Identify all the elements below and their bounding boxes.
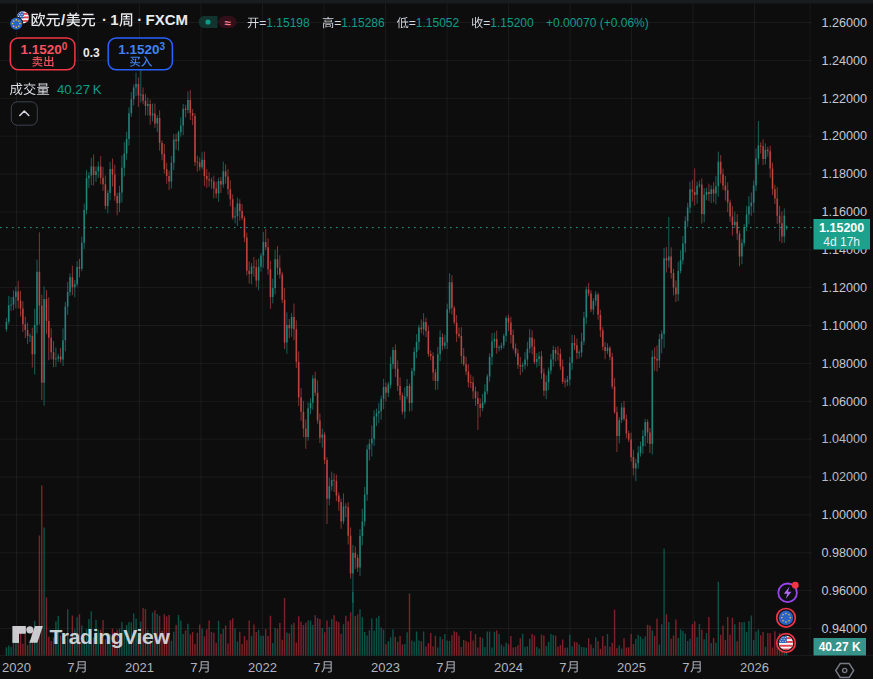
svg-text:·: · xyxy=(137,11,142,28)
svg-text:2023: 2023 xyxy=(371,660,400,675)
svg-text:7: 7 xyxy=(559,660,566,675)
svg-text:7: 7 xyxy=(190,660,197,675)
svg-text:0.96000: 0.96000 xyxy=(822,584,868,598)
svg-text:1.02000: 1.02000 xyxy=(822,470,868,484)
svg-text:40.27 K: 40.27 K xyxy=(819,640,861,654)
svg-text:1.10000: 1.10000 xyxy=(822,319,868,333)
svg-text:7: 7 xyxy=(436,660,443,675)
svg-text:FXCM: FXCM xyxy=(146,11,189,28)
svg-text:1.15203: 1.15203 xyxy=(118,41,165,57)
svg-text:1.24000: 1.24000 xyxy=(822,54,868,68)
svg-text:2020: 2020 xyxy=(2,660,31,675)
svg-text:·: · xyxy=(102,11,107,28)
svg-text:4d 17h: 4d 17h xyxy=(823,235,860,249)
svg-text:7: 7 xyxy=(67,660,74,675)
svg-text:0.94000: 0.94000 xyxy=(822,622,868,636)
svg-text:2026: 2026 xyxy=(740,660,769,675)
svg-text:1: 1 xyxy=(110,11,118,28)
svg-text:2021: 2021 xyxy=(125,660,154,675)
svg-text:2024: 2024 xyxy=(494,660,523,675)
svg-text:=1.15286: =1.15286 xyxy=(334,16,385,30)
svg-text:1.00000: 1.00000 xyxy=(822,508,868,522)
svg-text:7: 7 xyxy=(682,660,689,675)
svg-text:=1.15200: =1.15200 xyxy=(483,16,534,30)
svg-text:1.08000: 1.08000 xyxy=(822,357,868,371)
svg-text:1.22000: 1.22000 xyxy=(822,92,868,106)
svg-text:1.26000: 1.26000 xyxy=(822,16,868,30)
svg-text:TradingView: TradingView xyxy=(50,625,171,648)
svg-text:1.20000: 1.20000 xyxy=(822,129,868,143)
svg-text:1.18000: 1.18000 xyxy=(822,167,868,181)
svg-text:1.15200: 1.15200 xyxy=(819,221,864,235)
svg-text:≈: ≈ xyxy=(224,17,231,29)
svg-text:7: 7 xyxy=(313,660,320,675)
svg-text:40.27 K: 40.27 K xyxy=(57,82,102,97)
svg-text:1.15200: 1.15200 xyxy=(20,41,67,57)
svg-text:0.3: 0.3 xyxy=(83,46,100,60)
svg-text:+0.00070 (+0.06%): +0.00070 (+0.06%) xyxy=(546,16,649,30)
svg-text:2022: 2022 xyxy=(248,660,277,675)
svg-text:1.12000: 1.12000 xyxy=(822,281,868,295)
svg-text:0.98000: 0.98000 xyxy=(822,546,868,560)
svg-text:1.04000: 1.04000 xyxy=(822,432,868,446)
svg-text:2025: 2025 xyxy=(617,660,646,675)
svg-text:=1.15198: =1.15198 xyxy=(259,16,310,30)
svg-text:1.16000: 1.16000 xyxy=(822,205,868,219)
svg-text:=1.15052: =1.15052 xyxy=(409,16,460,30)
svg-text:1.06000: 1.06000 xyxy=(822,395,868,409)
